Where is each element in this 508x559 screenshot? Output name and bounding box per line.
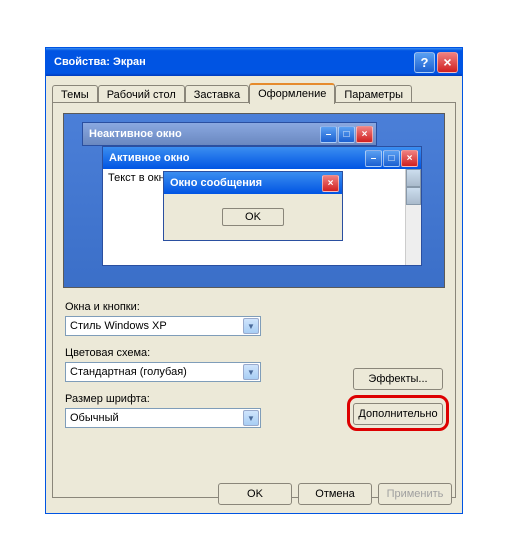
close-icon: × — [356, 126, 373, 143]
preview-msgbox-titlebar: Окно сообщения × — [164, 172, 342, 194]
dialog-buttons: OK Отмена Применить — [218, 483, 452, 505]
minimize-icon: – — [320, 126, 337, 143]
preview-body-text: Текст в окне — [108, 172, 171, 184]
tab-appearance[interactable]: Оформление — [249, 83, 335, 104]
appearance-panel: Неактивное окно – □ × Активное окно – □ … — [52, 102, 456, 498]
windows-buttons-label: Окна и кнопки: — [65, 301, 140, 313]
font-size-combo[interactable]: Обычный ▼ — [65, 408, 261, 428]
windows-style-value: Стиль Windows XP — [70, 320, 167, 332]
preview-active-window: Активное окно – □ × Текст в окне Окно со… — [102, 146, 422, 266]
font-size-value: Обычный — [70, 412, 119, 424]
titlebar[interactable]: Свойства: Экран ? × — [46, 48, 462, 76]
dialog-title: Свойства: Экран — [54, 56, 412, 68]
display-properties-dialog: Свойства: Экран ? × Темы Рабочий стол За… — [45, 47, 463, 514]
apply-button[interactable]: Применить — [378, 483, 452, 505]
preview-inactive-window: Неактивное окно – □ × — [82, 122, 377, 146]
advanced-button[interactable]: Дополнительно — [353, 403, 443, 425]
font-size-label: Размер шрифта: — [65, 393, 150, 405]
chevron-down-icon: ▼ — [243, 410, 259, 426]
preview-active-titlebar: Активное окно – □ × — [103, 147, 421, 169]
preview-active-title: Активное окно — [109, 152, 364, 164]
windows-style-combo[interactable]: Стиль Windows XP ▼ — [65, 316, 261, 336]
preview-area: Неактивное окно – □ × Активное окно – □ … — [63, 113, 445, 288]
preview-inactive-title: Неактивное окно — [89, 128, 319, 140]
preview-msgbox-ok: OK — [222, 208, 284, 226]
tab-strip: Темы Рабочий стол Заставка Оформление Па… — [52, 83, 456, 103]
color-scheme-combo[interactable]: Стандартная (голубая) ▼ — [65, 362, 261, 382]
ok-button[interactable]: OK — [218, 483, 292, 505]
preview-inactive-titlebar: Неактивное окно – □ × — [83, 123, 376, 145]
effects-button[interactable]: Эффекты... — [353, 368, 443, 390]
close-icon: × — [322, 175, 339, 192]
color-scheme-label: Цветовая схема: — [65, 347, 150, 359]
chevron-down-icon: ▼ — [243, 318, 259, 334]
close-icon: × — [401, 150, 418, 167]
maximize-icon: □ — [383, 150, 400, 167]
preview-msgbox-title: Окно сообщения — [170, 177, 321, 189]
help-button[interactable]: ? — [414, 52, 435, 73]
maximize-icon: □ — [338, 126, 355, 143]
preview-msgbox-body: OK — [164, 194, 342, 240]
color-scheme-value: Стандартная (голубая) — [70, 366, 187, 378]
scrollbar — [405, 169, 421, 265]
preview-msgbox: Окно сообщения × OK — [163, 171, 343, 241]
chevron-down-icon: ▼ — [243, 364, 259, 380]
close-button[interactable]: × — [437, 52, 458, 73]
preview-active-body: Текст в окне Окно сообщения × OK — [103, 169, 421, 265]
minimize-icon: – — [365, 150, 382, 167]
cancel-button[interactable]: Отмена — [298, 483, 372, 505]
